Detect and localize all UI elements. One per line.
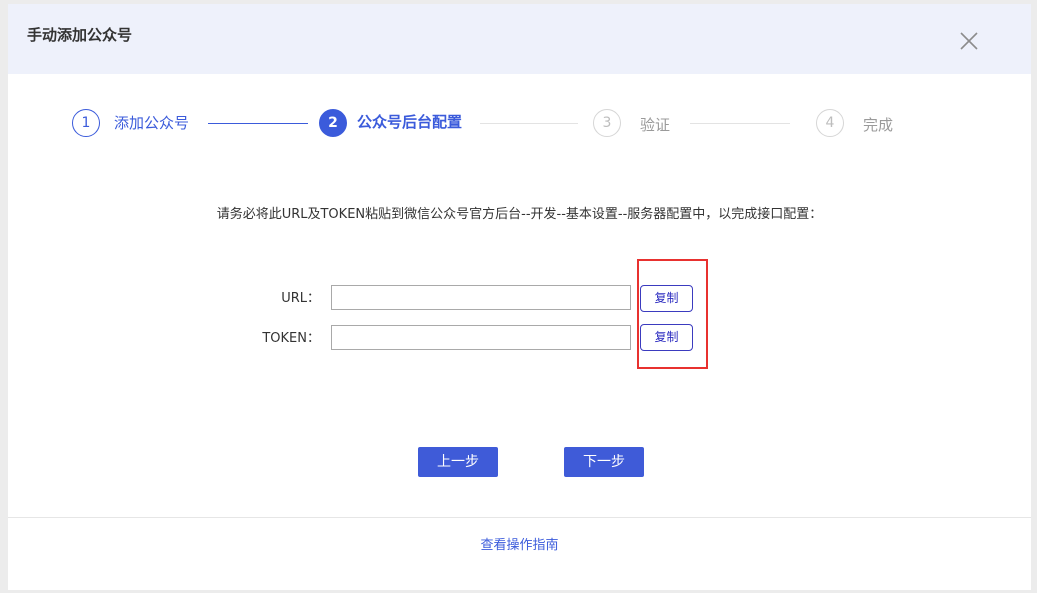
step-2-label: 公众号后台配置 [357,113,463,131]
operation-guide-link[interactable]: 查看操作指南 [8,536,1031,556]
step-3-label: 验证 [640,116,671,134]
dialog-title: 手动添加公众号 [27,26,133,44]
step-2-connector [480,123,578,124]
step-3-number: 3 [593,109,621,137]
step-4-number: 4 [816,109,844,137]
step-1-connector [208,123,308,124]
step-1-number: 1 [72,109,100,137]
instruction-text: 请务必将此URL及TOKEN粘贴到微信公众号官方后台--开发--基本设置--服务… [216,207,823,222]
url-field[interactable] [331,285,631,310]
footer-divider [8,517,1031,518]
url-label: URL： [281,291,320,306]
step-3-connector [690,123,790,124]
close-button[interactable] [958,30,980,52]
token-label: TOKEN： [262,331,320,346]
prev-step-button[interactable]: 上一步 [418,447,498,477]
token-field[interactable] [331,325,631,350]
next-step-button[interactable]: 下一步 [564,447,644,477]
highlight-box [637,259,708,369]
step-2-number: 2 [319,109,347,137]
close-icon[interactable] [958,30,980,52]
dialog: 手动添加公众号 1 添加公众号 2 公众号后台配置 3 验证 4 完成 请务必将… [8,4,1031,590]
dialog-header: 手动添加公众号 [8,4,1031,74]
step-4-label: 完成 [863,116,894,134]
step-1-label: 添加公众号 [114,114,190,132]
